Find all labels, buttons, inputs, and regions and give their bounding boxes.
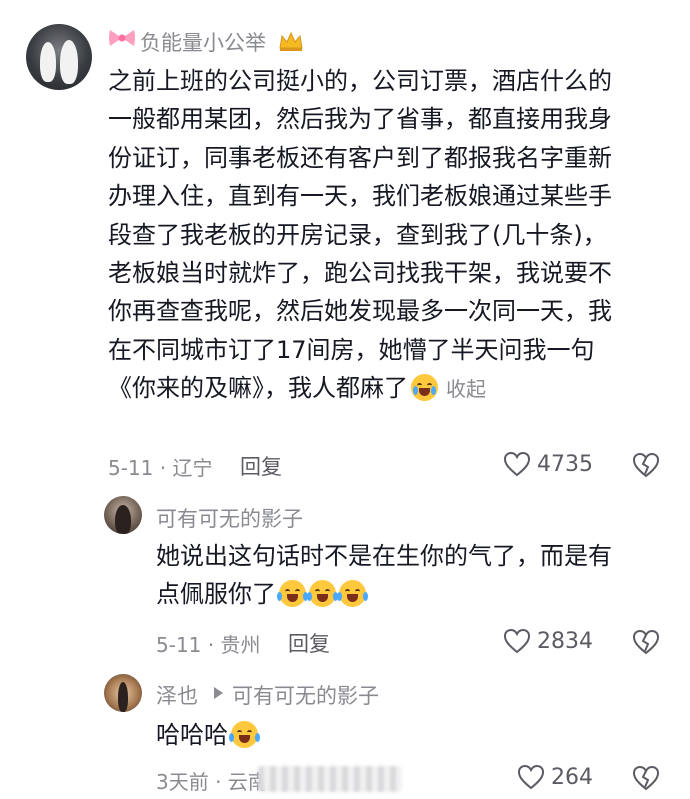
reply-button[interactable]: 回复 [288,628,330,658]
comment-meta: 5-11 · 辽宁 [108,456,213,480]
broken-heart-icon[interactable] [632,765,660,791]
avatar-figure [118,682,128,712]
avatar-figure [115,505,131,534]
like-count: 264 [551,764,593,790]
reply-line: 她说出这句话时不是在生你的气了，而是有 [156,542,612,570]
comment-line-last: 《你来的及嘛》，我人都麻了 收起 [108,369,612,407]
blurred-overlay [258,766,402,792]
crying-laughing-emoji [277,580,308,608]
username[interactable]: 可有可无的影子 [156,503,303,533]
tear-shape [413,386,418,396]
reply-button[interactable]: 回复 [240,451,282,481]
avatar-figure [40,42,56,82]
username[interactable]: 泽也 [156,680,198,710]
emoji-mouth [419,388,430,397]
tear-shape [363,592,368,602]
comment-line: 在不同城市订了17间房，她懵了半天问我一句 [108,335,595,364]
comment-line: 老板娘当时就炸了，跑公司找我干架，我说要不 [108,258,612,287]
comment-line: 段查了我老板的开房记录，查到我了(几十条)， [108,220,607,249]
like-count: 2834 [537,628,593,654]
avatar[interactable] [104,674,142,712]
crying-laughing-emoji [307,580,338,608]
reply-body: 她说出这句话时不是在生你的气了，而是有 点佩服你了 [156,537,612,614]
tear-shape [307,592,312,602]
comment-line: 份证订，同事老板还有客户到了都报我名字重新 [108,143,612,172]
like-count: 4735 [537,451,593,477]
heart-outline-icon [503,451,531,477]
avatar[interactable] [26,24,92,90]
emoji-mouth [317,594,328,603]
crying-emoji [411,374,438,402]
emoji-mouth [239,735,250,743]
tear-shape [229,733,234,742]
broken-heart-icon[interactable] [632,629,660,655]
heart-outline-icon [517,764,545,790]
crying-laughing-emoji [229,721,260,748]
emoji-mouth [347,594,358,603]
reply-line-text: 哈哈哈 [156,721,228,749]
reply-line-text: 点佩服你了 [156,580,276,609]
username[interactable]: 负能量小公举 [140,27,266,57]
broken-heart-icon[interactable] [632,452,660,478]
tear-shape [337,592,342,602]
comment-line: 你再查查我呢，然后她发现最多一次同一天，我 [108,297,612,326]
comment-line: 之前上班的公司挺小的，公司订票，酒店什么的 [108,67,612,95]
heart-outline-icon [503,628,531,654]
triangle-right-icon [214,687,223,699]
crying-laughing-emoji [337,580,368,608]
comment-line: 办理入住，直到有一天，我们老板娘通过某些手 [108,182,612,211]
reply-meta: 3天前 · 云南 [156,770,268,794]
collapse-link[interactable]: 收起 [446,377,486,401]
reply-line-last: 点佩服你了 [156,575,612,613]
reply-to-username[interactable]: 可有可无的影子 [232,680,379,710]
comment-body: 之前上班的公司挺小的，公司订票，酒店什么的 一般都用某团，然后我为了省事，都直接… [108,62,612,408]
tear-shape [277,592,282,602]
like-button[interactable]: 2834 [503,628,593,654]
reply-line-last: 哈哈哈 [156,716,260,754]
reply-body: 哈哈哈 [156,716,260,754]
comment-line-text: 《你来的及嘛》，我人都麻了 [108,374,408,403]
comment-line: 一般都用某团，然后我为了省事，都直接用我身 [108,105,612,134]
crown-icon [279,31,303,51]
bow-icon [109,30,135,46]
reply-meta: 5-11 · 贵州 [156,633,261,657]
tear-shape [255,733,260,742]
like-button[interactable]: 4735 [503,451,593,477]
tear-shape [431,386,436,396]
like-button[interactable]: 264 [517,764,593,790]
avatar-figure [60,40,78,84]
avatar[interactable] [104,496,142,534]
emoji-mouth [287,594,298,603]
